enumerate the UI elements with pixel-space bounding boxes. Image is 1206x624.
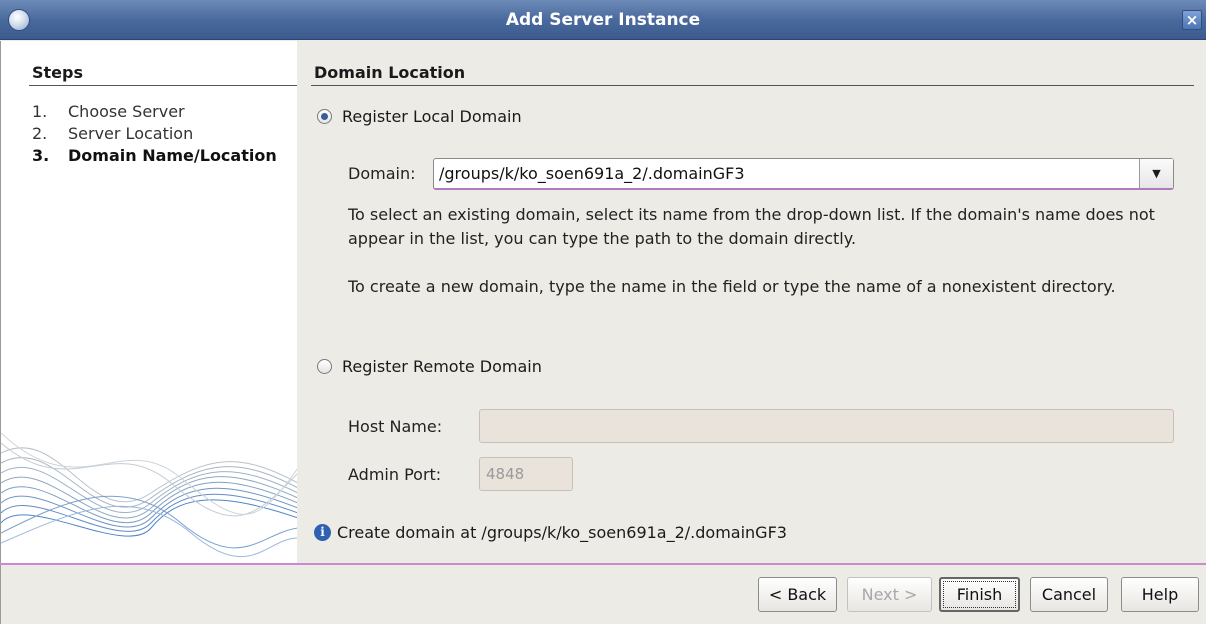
step-server-location: 2. Server Location [32,123,292,145]
help-text-new: To create a new domain, type the name in… [348,277,1116,296]
window-title: Add Server Instance [505,10,701,30]
info-icon: i [314,524,331,541]
host-name-label: Host Name: [348,417,443,436]
step-domain-name-location: 3. Domain Name/Location [32,145,292,167]
decorative-wave-art [1,432,297,557]
steps-header: Steps [32,63,83,82]
step-choose-server: 1. Choose Server [32,101,292,123]
info-message: i Create domain at /groups/k/ko_soen691a… [314,523,787,542]
domain-label: Domain: [348,164,416,183]
help-text-existing: To select an existing domain, select its… [348,205,1155,248]
admin-port-input[interactable] [479,457,573,491]
title-bar: Add Server Instance × [0,0,1206,40]
step-label: Server Location [68,124,194,143]
info-text: Create domain at /groups/k/ko_soen691a_2… [337,523,787,542]
steps-panel: Steps 1. Choose Server 2. Server Locatio… [0,41,297,563]
next-button[interactable]: Next > [847,577,932,612]
step-number: 3. [32,146,50,165]
step-number: 2. [32,124,48,143]
register-local-label: Register Local Domain [342,107,522,126]
close-icon: × [1185,11,1199,29]
domain-combobox[interactable]: ▼ [433,158,1174,190]
radio-checked-icon[interactable] [317,109,332,124]
step-label: Domain Name/Location [68,146,277,165]
button-bar: < Back Next > Finish Cancel Help [0,565,1206,624]
chevron-down-icon: ▼ [1152,167,1161,180]
close-button[interactable]: × [1182,10,1202,30]
admin-port-label: Admin Port: [348,465,442,484]
host-name-input[interactable] [479,409,1174,443]
finish-button[interactable]: Finish [939,577,1020,612]
dropdown-button[interactable]: ▼ [1139,159,1173,188]
cancel-button[interactable]: Cancel [1030,577,1108,612]
step-number: 1. [32,102,48,121]
divider [311,85,1194,86]
domain-input[interactable] [434,159,1139,188]
step-label: Choose Server [68,102,185,121]
help-button[interactable]: Help [1121,577,1199,612]
radio-unchecked-icon[interactable] [317,359,332,374]
register-remote-radio[interactable]: Register Remote Domain [317,357,542,376]
register-local-radio[interactable]: Register Local Domain [317,107,522,126]
steps-list: 1. Choose Server 2. Server Location 3. D… [32,101,292,167]
divider [29,85,297,86]
section-title: Domain Location [314,63,466,82]
back-button[interactable]: < Back [758,577,837,612]
content-panel: Domain Location Register Local Domain Do… [297,41,1206,563]
register-remote-label: Register Remote Domain [342,357,542,376]
